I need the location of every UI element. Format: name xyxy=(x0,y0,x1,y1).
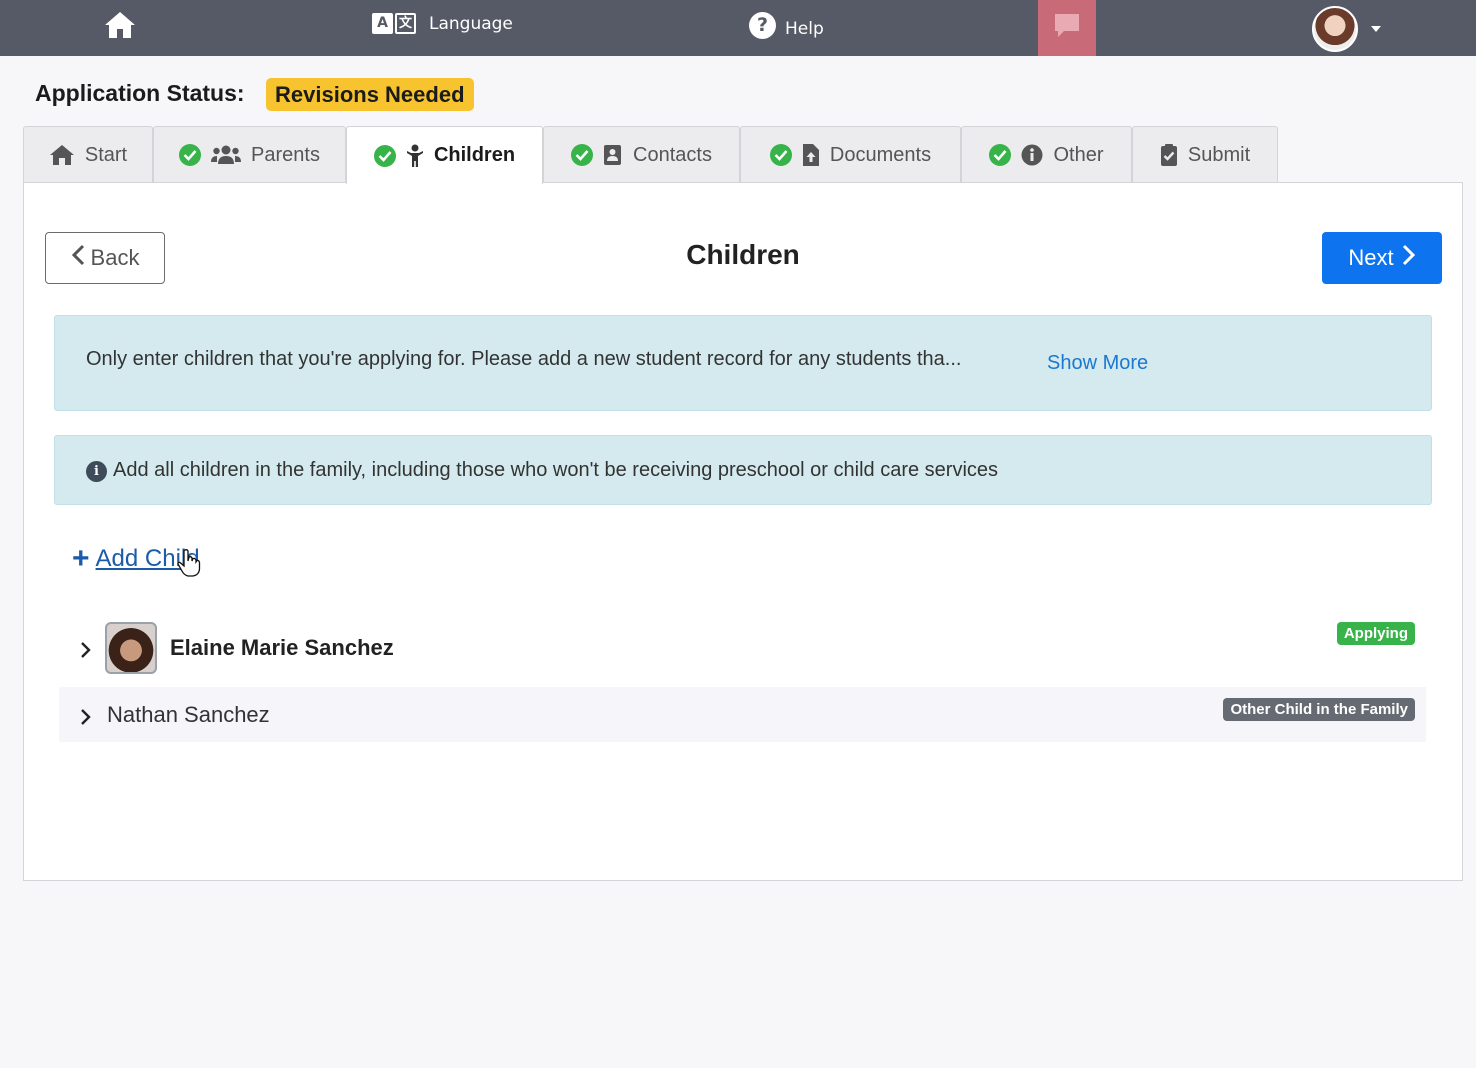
child-icon xyxy=(406,144,424,168)
address-book-icon xyxy=(603,144,623,166)
info-circle-icon: i xyxy=(86,461,107,482)
caret-down-icon xyxy=(1371,26,1381,32)
plus-icon: + xyxy=(72,542,90,575)
check-circle-icon xyxy=(571,144,594,166)
tab-label: Parents xyxy=(251,143,320,166)
check-circle-icon xyxy=(989,144,1012,166)
question-circle-icon: ? xyxy=(749,12,776,39)
tab-submit[interactable]: Submit xyxy=(1132,126,1278,183)
check-circle-icon xyxy=(769,144,792,166)
chevron-right-icon[interactable] xyxy=(79,641,93,658)
tab-label: Start xyxy=(84,143,128,166)
tab-documents[interactable]: Documents xyxy=(740,126,961,183)
tab-label: Contacts xyxy=(633,143,712,166)
home-icon xyxy=(103,10,137,45)
info-alert: i Add all children in the family, includ… xyxy=(54,435,1432,505)
notice-alert: Only enter children that you're applying… xyxy=(54,315,1432,411)
hand-cursor-icon xyxy=(176,548,202,582)
translate-icon: A 文 xyxy=(372,13,416,34)
home-icon xyxy=(49,144,75,166)
tab-label: Children xyxy=(433,144,516,166)
home-button[interactable] xyxy=(103,9,141,45)
chat-icon xyxy=(1052,12,1082,45)
chevron-right-icon xyxy=(1402,244,1416,272)
clipboard-check-icon xyxy=(1160,143,1178,167)
tab-parents[interactable]: Parents xyxy=(153,126,346,183)
children-panel: Back Children Next Only enter children t… xyxy=(23,182,1463,881)
next-button[interactable]: Next xyxy=(1322,232,1442,284)
tab-start[interactable]: Start xyxy=(23,126,153,183)
help-button[interactable]: ? Help xyxy=(749,12,824,39)
avatar xyxy=(1312,6,1358,52)
tab-children[interactable]: Children xyxy=(346,126,543,184)
tab-contacts[interactable]: Contacts xyxy=(543,126,740,183)
child-name: Elaine Marie Sanchez xyxy=(170,635,394,660)
child-name: Nathan Sanchez xyxy=(107,701,270,727)
notice-text: Only enter children that you're applying… xyxy=(86,348,962,370)
tab-label: Submit xyxy=(1187,143,1251,166)
status-badge: Other Child in the Family xyxy=(1223,698,1415,721)
user-menu[interactable] xyxy=(1312,6,1381,52)
status-badge: Revisions Needed xyxy=(266,78,474,111)
child-photo xyxy=(105,622,157,674)
tab-label: Other xyxy=(1053,143,1104,166)
info-text: Add all children in the family, includin… xyxy=(113,459,999,481)
info-icon xyxy=(1021,144,1043,166)
tab-label: Documents xyxy=(829,143,932,166)
show-more-link[interactable]: Show More xyxy=(1047,352,1148,375)
top-navbar: A 文 Language ? Help xyxy=(0,0,1476,56)
child-row[interactable]: Nathan Sanchez Other Child in the Family xyxy=(59,687,1426,742)
check-circle-icon xyxy=(373,144,396,167)
chat-button[interactable] xyxy=(1038,0,1096,56)
language-label: Language xyxy=(429,13,513,34)
tab-other[interactable]: Other xyxy=(961,126,1132,183)
file-upload-icon xyxy=(802,143,820,167)
language-button[interactable]: A 文 Language xyxy=(372,13,513,34)
page-title: Children xyxy=(686,239,800,270)
help-label: Help xyxy=(785,18,824,39)
chevron-right-icon[interactable] xyxy=(79,708,93,725)
next-label: Next xyxy=(1348,245,1394,270)
application-status-label: Application Status: xyxy=(35,80,245,106)
status-badge: Applying xyxy=(1336,622,1415,645)
check-circle-icon xyxy=(179,144,202,166)
users-icon xyxy=(211,145,242,165)
child-row[interactable]: Elaine Marie Sanchez Applying xyxy=(59,619,1426,677)
